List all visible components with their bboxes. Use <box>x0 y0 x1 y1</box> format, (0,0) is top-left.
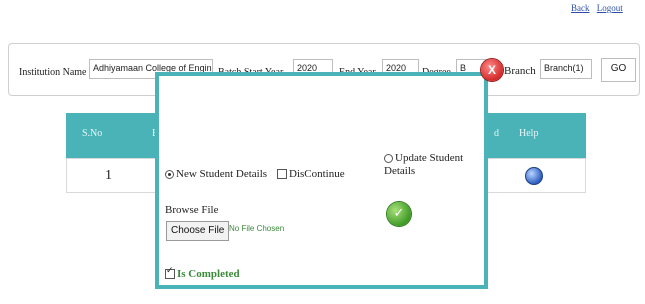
is-completed-checkbox[interactable] <box>165 266 175 280</box>
help-icon[interactable] <box>525 167 543 185</box>
is-completed-label: Is Completed <box>177 268 240 280</box>
header-sno: S.No <box>82 128 103 139</box>
discontinue-option[interactable]: DisContinue <box>277 168 345 180</box>
header-partial-right: d <box>494 128 499 139</box>
new-student-radio[interactable] <box>165 169 174 179</box>
checkmark-icon[interactable]: ✓ <box>387 202 411 226</box>
new-student-label: New Student Details <box>176 168 268 180</box>
update-student-option[interactable]: Update Student Details <box>384 152 484 178</box>
is-completed-option[interactable]: Is Completed <box>165 266 240 280</box>
choose-file-button[interactable]: Choose File <box>166 221 230 241</box>
header-help: Help <box>519 128 539 139</box>
browse-file-label: Browse File <box>165 204 219 216</box>
row-sno: 1 <box>105 168 112 183</box>
go-button[interactable]: GO <box>601 58 636 82</box>
back-link[interactable]: Back <box>571 3 590 13</box>
student-details-modal: New Student Details DisContinue Update S… <box>155 72 488 289</box>
logout-link[interactable]: Logout <box>597 3 623 13</box>
institution-label: Institution Name <box>19 67 87 78</box>
branch-label: Branch <box>504 65 536 77</box>
new-student-option[interactable]: New Student Details <box>165 168 267 180</box>
discontinue-label: DisContinue <box>289 168 345 180</box>
update-student-radio[interactable] <box>384 153 393 163</box>
discontinue-checkbox[interactable] <box>277 169 287 180</box>
branch-select[interactable]: Branch(1) <box>540 59 592 79</box>
close-icon[interactable]: X <box>481 59 503 81</box>
no-file-chosen-text: No File Chosen <box>229 224 285 233</box>
top-links: Back Logout <box>571 3 628 13</box>
update-student-label: Update Student Details <box>384 152 464 177</box>
